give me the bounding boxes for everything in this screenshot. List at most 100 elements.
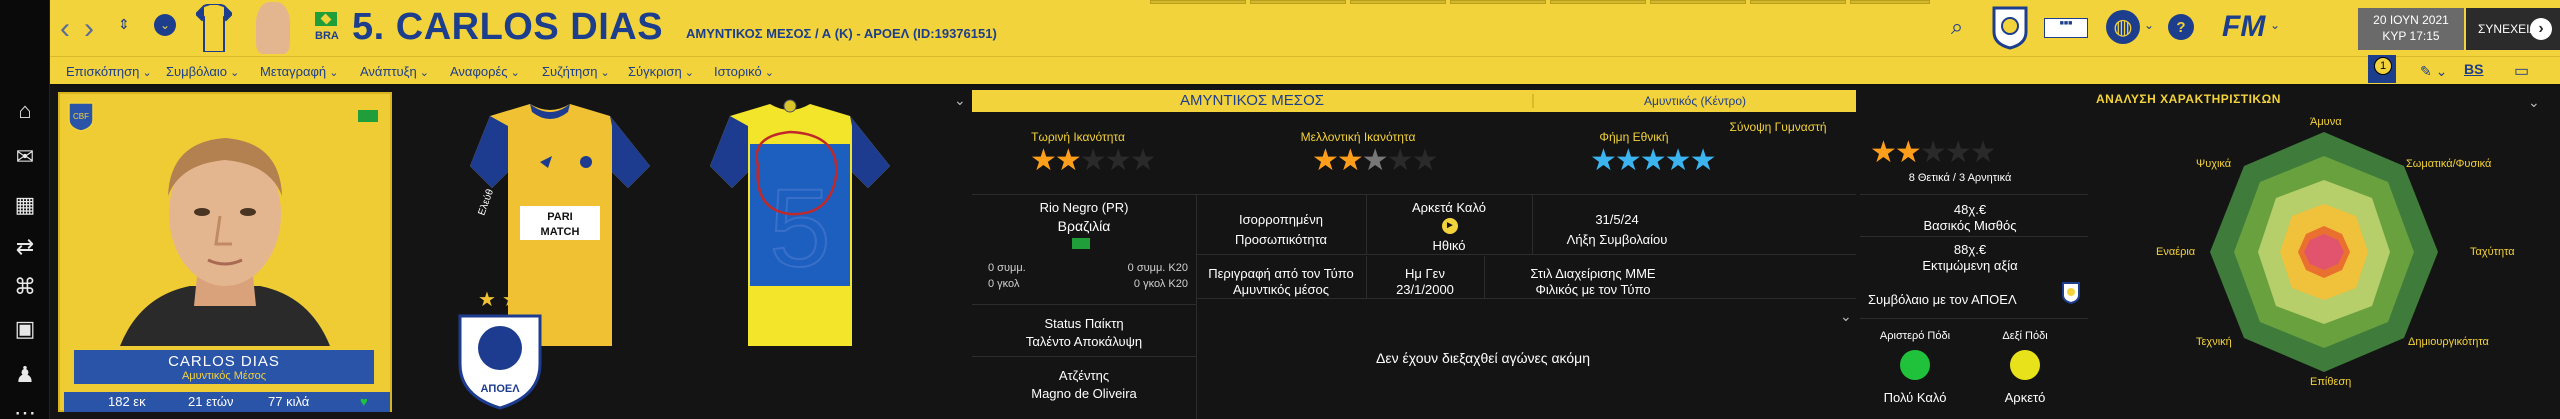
notification-badge: 1 xyxy=(2374,57,2392,75)
attr-label-technique: Τεχνική xyxy=(2196,336,2232,348)
globe-dropdown-icon[interactable]: ⌄ xyxy=(2144,18,2154,32)
senior-caps: 0 συμμ. xyxy=(988,262,1026,274)
value-label: Εκτιμώμενη αξία xyxy=(1922,258,2018,273)
menu-comparison[interactable]: Σύγκριση xyxy=(628,64,694,79)
dob-value: 23/1/2000 xyxy=(1396,282,1454,297)
search-icon[interactable]: ⌕ xyxy=(1940,10,1974,44)
current-ability-stars: ★★★★★ xyxy=(1030,144,1156,177)
sleeve-text: Ελεύθ xyxy=(476,187,497,217)
u20-caps: 0 συμμ. Κ20 xyxy=(1127,262,1188,274)
card-age: 21 ετών xyxy=(188,394,234,409)
senior-goals: 0 γκολ xyxy=(988,278,1020,290)
home-sponsor-bottom: MATCH xyxy=(541,226,580,238)
player-card: CBF CARLOS DIAS Αμυντικός Μέσος 182 εκ 2… xyxy=(58,92,392,412)
player-overview-panel: ΑΜΥΝΤΙΚΟΣ ΜΕΣΟΣ Αμυντικός (Κέντρο) Τωριν… xyxy=(968,86,1860,419)
player-title: 5. CARLOS DIAS xyxy=(352,6,664,48)
brazil-flag-icon xyxy=(1072,238,1090,249)
wage-value: 48χ.€ xyxy=(1953,202,1987,217)
potential-ability-stars: ★★★★★ xyxy=(1312,144,1438,177)
menu-transfer[interactable]: Μεταγραφή xyxy=(260,64,338,79)
back-icon[interactable]: ‹ xyxy=(60,12,70,46)
card-player-name: CARLOS DIAS xyxy=(168,353,280,370)
left-foot-icon xyxy=(1900,350,1930,380)
agent-value[interactable]: Magno de Oliveira xyxy=(972,386,1196,401)
contract-info-panel: ★★★★★ 8 Θετικά / 3 Αρνητικά 48χ.€ Βασικό… xyxy=(1860,86,2088,419)
attr-label-speed: Ταχύτητα xyxy=(2470,246,2515,258)
left-foot-value: Πολύ Καλό xyxy=(1883,390,1947,405)
staff-icon[interactable]: ♟ xyxy=(10,360,40,390)
contract-end-label: Λήξη Συμβολαίου xyxy=(1566,232,1668,247)
attr-label-physical: Σωματικά/Φυσικά xyxy=(2406,158,2492,170)
home-icon[interactable]: ⌂ xyxy=(10,96,40,126)
sponsor-icon: ■■■ xyxy=(2044,18,2088,38)
contract-with-club[interactable]: Συμβόλαιο με τον ΑΠΟΕΛ xyxy=(1868,292,2058,307)
right-foot-label: Δεξί Πόδι xyxy=(2002,330,2048,342)
calendar-icon[interactable]: ▦ xyxy=(10,190,40,220)
globe-icon[interactable]: ◍ xyxy=(2106,10,2140,44)
more-icon[interactable]: ⋯ xyxy=(10,398,40,419)
notification-button[interactable]: 1 xyxy=(2368,55,2396,83)
club-crest-icon[interactable] xyxy=(1992,6,2028,50)
menu-development[interactable]: Ανάπτυξη xyxy=(360,64,429,79)
attribute-analysis-panel: ΑΝΑΛΥΣΗ ΧΑΡΑΚΤΗΡΙΣΤΙΚΩΝ ⌄ Άμυνα Σωματικά… xyxy=(2088,86,2560,419)
help-icon[interactable]: ? xyxy=(2168,14,2194,40)
potential-ability-label: Μελλοντική Ικανότητα xyxy=(1300,130,1416,144)
morale-icon: ► xyxy=(1442,218,1458,234)
position-role: ΑΜΥΝΤΙΚΟΣ ΜΕΣΟΣ xyxy=(1179,92,1325,109)
attr-label-defence: Άμυνα xyxy=(2310,116,2342,128)
current-date: 20 ΙΟΥΝ 2021 xyxy=(2373,13,2449,27)
attr-label-attack: Επίθεση xyxy=(2310,376,2352,388)
tv-icon[interactable]: ▭ xyxy=(2514,61,2529,81)
bookmark-icon[interactable]: BS xyxy=(2464,61,2483,77)
date-display[interactable]: 20 ΙΟΥΝ 2021 ΚΥΡ 17:15 xyxy=(2358,8,2464,50)
fm-menu-dropdown-icon[interactable]: ⌄ xyxy=(2270,18,2280,32)
consensus-note: 8 Θετικά / 3 Αρνητικά xyxy=(1908,172,2012,184)
attr-label-mental: Ψυχικά xyxy=(2196,158,2232,170)
home-sponsor-top: PARI xyxy=(547,211,572,223)
match-chevron-icon[interactable]: ⌄ xyxy=(1840,308,1852,325)
collapse-chevron-icon[interactable]: ⌄ xyxy=(954,92,966,109)
heart-icon: ♥ xyxy=(360,394,368,409)
current-time: ΚΥΡ 17:15 xyxy=(2382,29,2440,43)
card-stats-bar: 182 εκ 21 ετών 77 κιλά ♥ xyxy=(64,392,390,412)
badge-star-icon: ★ xyxy=(502,289,520,311)
nation-code: BRA xyxy=(315,30,339,42)
status-value: Ταλέντο Αποκάλυψη xyxy=(1025,334,1143,349)
morale-label: Ηθικό xyxy=(1432,238,1466,253)
club-badge-text: ΑΠΟΕΛ xyxy=(480,383,520,395)
transfers-icon[interactable]: ⇄ xyxy=(10,232,40,262)
attributes-chevron-icon[interactable]: ⌄ xyxy=(2528,94,2540,111)
country-name: Βραζιλία xyxy=(1057,218,1111,234)
card-name-band: CARLOS DIAS Αμυντικός Μέσος xyxy=(74,350,374,384)
card-height: 182 εκ xyxy=(108,394,146,409)
player-photo xyxy=(120,138,330,346)
left-foot-label: Αριστερό Πόδι xyxy=(1879,330,1951,342)
kit-display: PARI MATCH Ελεύθ ΑΠΟΕΛ ★ ★ 5 xyxy=(458,99,890,410)
card-player-position: Αμυντικός Μέσος xyxy=(181,370,267,382)
menu-reports[interactable]: Αναφορές xyxy=(450,64,520,79)
edit-icon[interactable]: ✎ ⌄ xyxy=(2420,63,2447,80)
scouting-icon[interactable]: ⌘ xyxy=(10,272,40,302)
history-icon[interactable]: ⇕ xyxy=(118,16,130,33)
card-weight: 77 κιλά xyxy=(268,394,310,409)
personality-label: Προσωπικότητα xyxy=(1234,232,1328,247)
fm-menu-button[interactable]: FM xyxy=(2222,10,2265,44)
consensus-stars: ★★★★★ xyxy=(1870,136,1996,169)
menu-overview[interactable]: Επισκόπηση xyxy=(66,64,152,79)
club-name[interactable]: Rio Negro (PR) xyxy=(972,200,1196,215)
continue-arrow-icon: › xyxy=(2530,18,2552,40)
player-subtitle: ΑΜΥΝΤΙΚΟΣ ΜΕΣΟΣ / Α (Κ) - ΑΡΟΕΛ (ID:1937… xyxy=(686,26,997,41)
continue-button[interactable]: ΣΥΝΕΧΕΙΑ › xyxy=(2466,8,2560,50)
menu-bar: Επισκόπηση Συμβόλαιο Μεταγραφή Ανάπτυξη … xyxy=(50,55,2560,84)
menu-history[interactable]: Ιστορικό xyxy=(714,64,774,79)
media-style-label: Στιλ Διαχείρισης ΜΜΕ xyxy=(1530,266,1656,281)
value-amount: 88χ.€ xyxy=(1953,242,1987,257)
forward-icon[interactable]: › xyxy=(84,12,94,46)
media-style-value: Φιλικός με τον Τύπο xyxy=(1535,282,1651,297)
status-label: Status Παίκτη xyxy=(1044,316,1124,331)
dropdown-icon[interactable]: ⌄ xyxy=(154,14,176,36)
inbox-icon[interactable]: ✉ xyxy=(10,142,40,172)
menu-discussion[interactable]: Συζήτηση xyxy=(542,64,610,79)
menu-contract[interactable]: Συμβόλαιο xyxy=(166,64,239,79)
clipboard-icon[interactable]: ▣ xyxy=(10,314,40,344)
